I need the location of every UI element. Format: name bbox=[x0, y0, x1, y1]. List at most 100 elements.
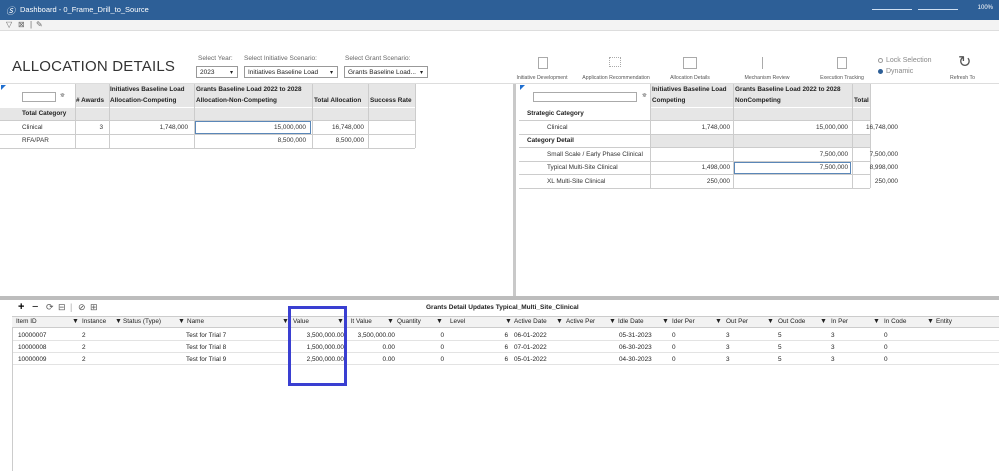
list-icon[interactable] bbox=[762, 57, 770, 69]
filter-icon[interactable]: ▼ bbox=[178, 318, 185, 325]
header-active-date[interactable]: Active Date bbox=[514, 318, 547, 325]
cell-in-code[interactable]: 0 bbox=[884, 356, 888, 363]
cell-level[interactable]: 6 bbox=[452, 332, 508, 339]
initiative-scenario-select[interactable]: Initiatives Baseline Load ▾ bbox=[244, 66, 338, 78]
member-select-icon[interactable]: ⛯ bbox=[642, 93, 647, 100]
table-row[interactable]: 10000007 2 Test for Trial 7 3,500,000.00… bbox=[12, 329, 999, 341]
cell-level[interactable]: 6 bbox=[452, 356, 508, 363]
dynamic-radio[interactable]: Dynamic bbox=[878, 68, 913, 75]
cell-ider-per[interactable]: 0 bbox=[672, 356, 676, 363]
nav-initiative-development[interactable]: Initiative Development bbox=[505, 75, 579, 81]
cell-in-per[interactable]: 3 bbox=[831, 344, 835, 351]
flow-icon[interactable] bbox=[609, 57, 621, 67]
cell-quantity[interactable]: 0 bbox=[402, 344, 444, 351]
clear-filter-icon[interactable]: ⊠ bbox=[18, 20, 25, 29]
filter-icon[interactable]: ▼ bbox=[662, 318, 669, 325]
funnel-icon[interactable]: ▽ bbox=[6, 20, 12, 29]
cell-competing[interactable]: 250,000 bbox=[652, 178, 730, 185]
header-item-id[interactable]: Item ID bbox=[16, 318, 37, 325]
nav-allocation-details[interactable]: Allocation Details bbox=[664, 75, 716, 81]
cell-out-per[interactable]: 3 bbox=[726, 356, 730, 363]
refresh-icon[interactable]: ↻ bbox=[958, 52, 971, 72]
filter-icon[interactable]: ▼ bbox=[609, 318, 616, 325]
filter-icon[interactable]: ▼ bbox=[72, 318, 79, 325]
cell-out-per[interactable]: 3 bbox=[726, 332, 730, 339]
filter-icon[interactable]: ▼ bbox=[436, 318, 443, 325]
document-icon[interactable] bbox=[538, 57, 548, 69]
cell-instance[interactable]: 2 bbox=[82, 356, 86, 363]
filter-icon[interactable]: ▼ bbox=[556, 318, 563, 325]
cell-out-code[interactable]: 5 bbox=[778, 356, 782, 363]
lock-selection-radio[interactable]: Lock Selection bbox=[878, 57, 932, 64]
header-out-code[interactable]: Out Code bbox=[778, 318, 805, 325]
save-icon[interactable]: ⊟ bbox=[58, 302, 66, 313]
cell-name[interactable]: Test for Trial 7 bbox=[186, 332, 226, 339]
cell-lt-value[interactable]: 3,500,000.00 bbox=[347, 332, 395, 339]
cell-out-code[interactable]: 5 bbox=[778, 332, 782, 339]
cell-in-code[interactable]: 0 bbox=[884, 332, 888, 339]
remove-row-icon[interactable]: − bbox=[32, 301, 38, 313]
add-row-icon[interactable]: + bbox=[18, 301, 24, 313]
cell-item-id[interactable]: 10000008 bbox=[18, 344, 46, 351]
cell-out-code[interactable]: 5 bbox=[778, 344, 782, 351]
table-row[interactable]: 10000009 2 Test for Trial 9 2,500,000.00… bbox=[12, 353, 999, 365]
filter-icon[interactable]: ▼ bbox=[387, 318, 394, 325]
year-select[interactable]: 2023 ▾ bbox=[196, 66, 238, 78]
cell-out-per[interactable]: 3 bbox=[726, 344, 730, 351]
pencil-icon[interactable]: ✎ bbox=[36, 20, 43, 29]
filter-icon[interactable]: ▼ bbox=[873, 318, 880, 325]
cell-noncompeting[interactable]: 15,000,000 bbox=[196, 124, 306, 131]
header-ider-per[interactable]: Ider Per bbox=[672, 318, 695, 325]
cell-name[interactable]: Test for Trial 9 bbox=[186, 356, 226, 363]
header-status[interactable]: Status (Type) bbox=[123, 318, 161, 325]
zoom-slider-track[interactable] bbox=[872, 9, 912, 10]
filter-icon[interactable]: ▼ bbox=[505, 318, 512, 325]
clear-filter-icon[interactable]: ⊘ bbox=[78, 302, 86, 313]
grant-scenario-select[interactable]: Grants Baseline Load... ▾ bbox=[344, 66, 428, 78]
member-selector[interactable] bbox=[533, 92, 637, 102]
cell-active-date[interactable]: 05-01-2022 bbox=[514, 356, 547, 363]
cell-idle-date[interactable]: 04-30-2023 bbox=[619, 356, 652, 363]
cell-item-id[interactable]: 10000007 bbox=[18, 332, 46, 339]
header-in-per[interactable]: In Per bbox=[831, 318, 848, 325]
header-level[interactable]: Level bbox=[450, 318, 465, 325]
cell-noncompeting[interactable]: 7,500,000 bbox=[735, 151, 848, 158]
cell-quantity[interactable]: 0 bbox=[402, 332, 444, 339]
cell-item-id[interactable]: 10000009 bbox=[18, 356, 46, 363]
header-instance[interactable]: Instance bbox=[82, 318, 106, 325]
cell-noncompeting[interactable]: 7,500,000 bbox=[735, 164, 848, 171]
cell-lt-value[interactable]: 0.00 bbox=[347, 344, 395, 351]
cell-noncompeting[interactable]: 15,000,000 bbox=[735, 124, 848, 131]
cell-idle-date[interactable]: 05-31-2023 bbox=[619, 332, 652, 339]
nav-mechanism-review[interactable]: Mechanism Review bbox=[738, 75, 796, 81]
member-selector[interactable] bbox=[22, 92, 56, 102]
cell-ider-per[interactable]: 0 bbox=[672, 332, 676, 339]
cell-competing[interactable]: 1,748,000 bbox=[652, 124, 730, 131]
cell-competing[interactable]: 1,498,000 bbox=[652, 164, 730, 171]
cell-level[interactable]: 6 bbox=[452, 344, 508, 351]
cell-idle-date[interactable]: 06-30-2023 bbox=[619, 344, 652, 351]
cell-ider-per[interactable]: 0 bbox=[672, 344, 676, 351]
cell-instance[interactable]: 2 bbox=[82, 332, 86, 339]
cell-instance[interactable]: 2 bbox=[82, 344, 86, 351]
filter-icon[interactable]: ▼ bbox=[115, 318, 122, 325]
header-active-per[interactable]: Active Per bbox=[566, 318, 595, 325]
header-in-code[interactable]: In Code bbox=[884, 318, 906, 325]
export-icon[interactable]: ⊞ bbox=[90, 302, 98, 313]
cell-noncompeting[interactable]: 8,500,000 bbox=[196, 137, 306, 144]
filter-icon[interactable]: ▼ bbox=[767, 318, 774, 325]
cell-quantity[interactable]: 0 bbox=[402, 356, 444, 363]
zoom-slider-track-right[interactable] bbox=[918, 9, 958, 10]
header-out-per[interactable]: Out Per bbox=[726, 318, 748, 325]
nav-execution-tracking[interactable]: Execution Tracking bbox=[814, 75, 870, 81]
cell-active-date[interactable]: 07-01-2022 bbox=[514, 344, 547, 351]
cell-in-code[interactable]: 0 bbox=[884, 344, 888, 351]
cell-in-per[interactable]: 3 bbox=[831, 356, 835, 363]
filter-icon[interactable]: ▼ bbox=[715, 318, 722, 325]
member-select-icon[interactable]: ⛯ bbox=[60, 93, 65, 100]
table-row[interactable]: 10000008 2 Test for Trial 8 1,500,000.00… bbox=[12, 341, 999, 353]
cell-name[interactable]: Test for Trial 8 bbox=[186, 344, 226, 351]
header-entity[interactable]: Entity bbox=[936, 318, 952, 325]
tracking-icon[interactable] bbox=[837, 57, 847, 69]
cell-in-per[interactable]: 3 bbox=[831, 332, 835, 339]
